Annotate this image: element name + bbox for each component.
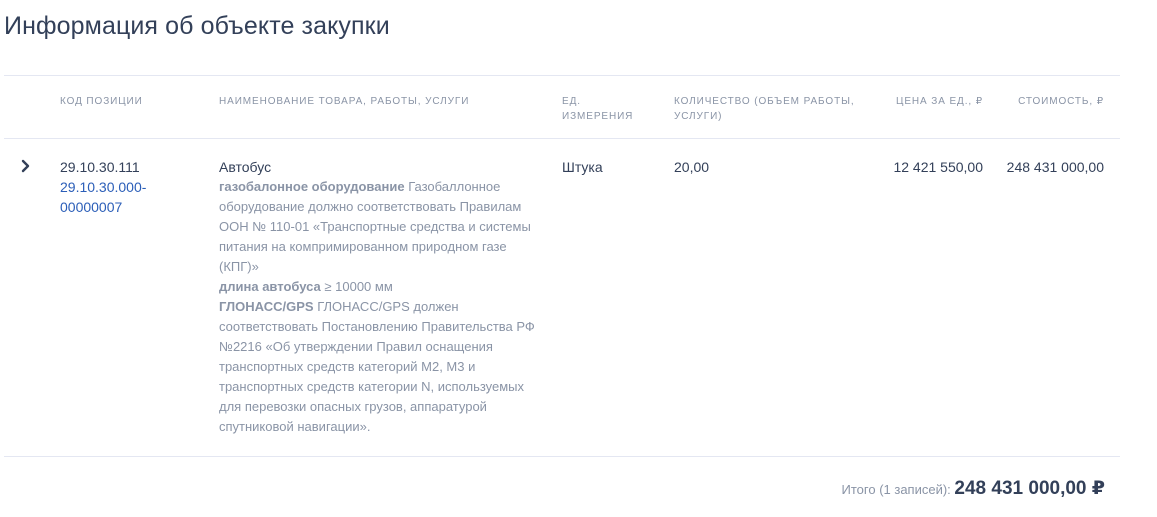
total-label: Итого (1 записей): (841, 482, 951, 497)
char-label: длина автобуса (219, 279, 321, 294)
position-code: 29.10.30.111 (60, 159, 140, 175)
header-unit: ЕД. ИЗМЕРЕНИЯ (562, 94, 633, 124)
product-name: Автобус (219, 159, 272, 175)
ktru-code-line2: 00000007 (60, 199, 123, 215)
char-label: ГЛОНАСС/GPS (219, 299, 314, 314)
header-price: ЦЕНА ЗА ЕД., ₽ (896, 96, 983, 107)
header-unit-line1: ЕД. (562, 96, 581, 107)
cell-price: 12 421 550,00 (893, 159, 983, 175)
header-name: НАИМЕНОВАНИЕ ТОВАРА, РАБОТЫ, УСЛУГИ (219, 96, 470, 107)
total-value: 248 431 000,00 ₽ (954, 478, 1105, 499)
cell-unit: Штука (562, 159, 603, 175)
cell-code: 29.10.30.111 29.10.30.000- 00000007 (60, 157, 146, 217)
page-title: Информация об объекте закупки (4, 12, 390, 40)
cell-cost: 248 431 000,00 (1006, 159, 1104, 175)
table-bottom-divider (4, 456, 1120, 457)
header-quantity: КОЛИЧЕСТВО (ОБЪЕМ РАБОТЫ, УСЛУГИ) (674, 94, 855, 124)
table-top-divider (4, 75, 1120, 76)
ktru-code-link[interactable]: 29.10.30.000- 00000007 (60, 177, 146, 217)
chevron-right-icon (21, 159, 30, 173)
cell-quantity: 20,00 (674, 159, 710, 175)
total-summary: Итого (1 записей): 248 431 000,00 ₽ (842, 477, 1105, 500)
ktru-code-line1: 29.10.30.000- (60, 179, 147, 195)
product-characteristics: газобалонное оборудование Газобаллонное … (219, 177, 537, 437)
char-value: ≥ 10000 мм (324, 279, 393, 294)
header-quantity-line1: КОЛИЧЕСТВО (ОБЪЕМ РАБОТЫ, (674, 96, 855, 107)
header-cost: СТОИМОСТЬ, ₽ (1018, 96, 1104, 107)
header-unit-line2: ИЗМЕРЕНИЯ (562, 111, 634, 122)
char-value: ГЛОНАСС/GPS должен соответствовать Поста… (219, 299, 535, 434)
char-label: газобалонное оборудование (219, 179, 405, 194)
header-code: КОД ПОЗИЦИИ (60, 96, 143, 107)
cell-name: Автобус (219, 157, 271, 177)
header-quantity-line2: УСЛУГИ) (674, 111, 723, 122)
header-divider (4, 138, 1120, 139)
expand-row-button[interactable] (18, 158, 34, 174)
